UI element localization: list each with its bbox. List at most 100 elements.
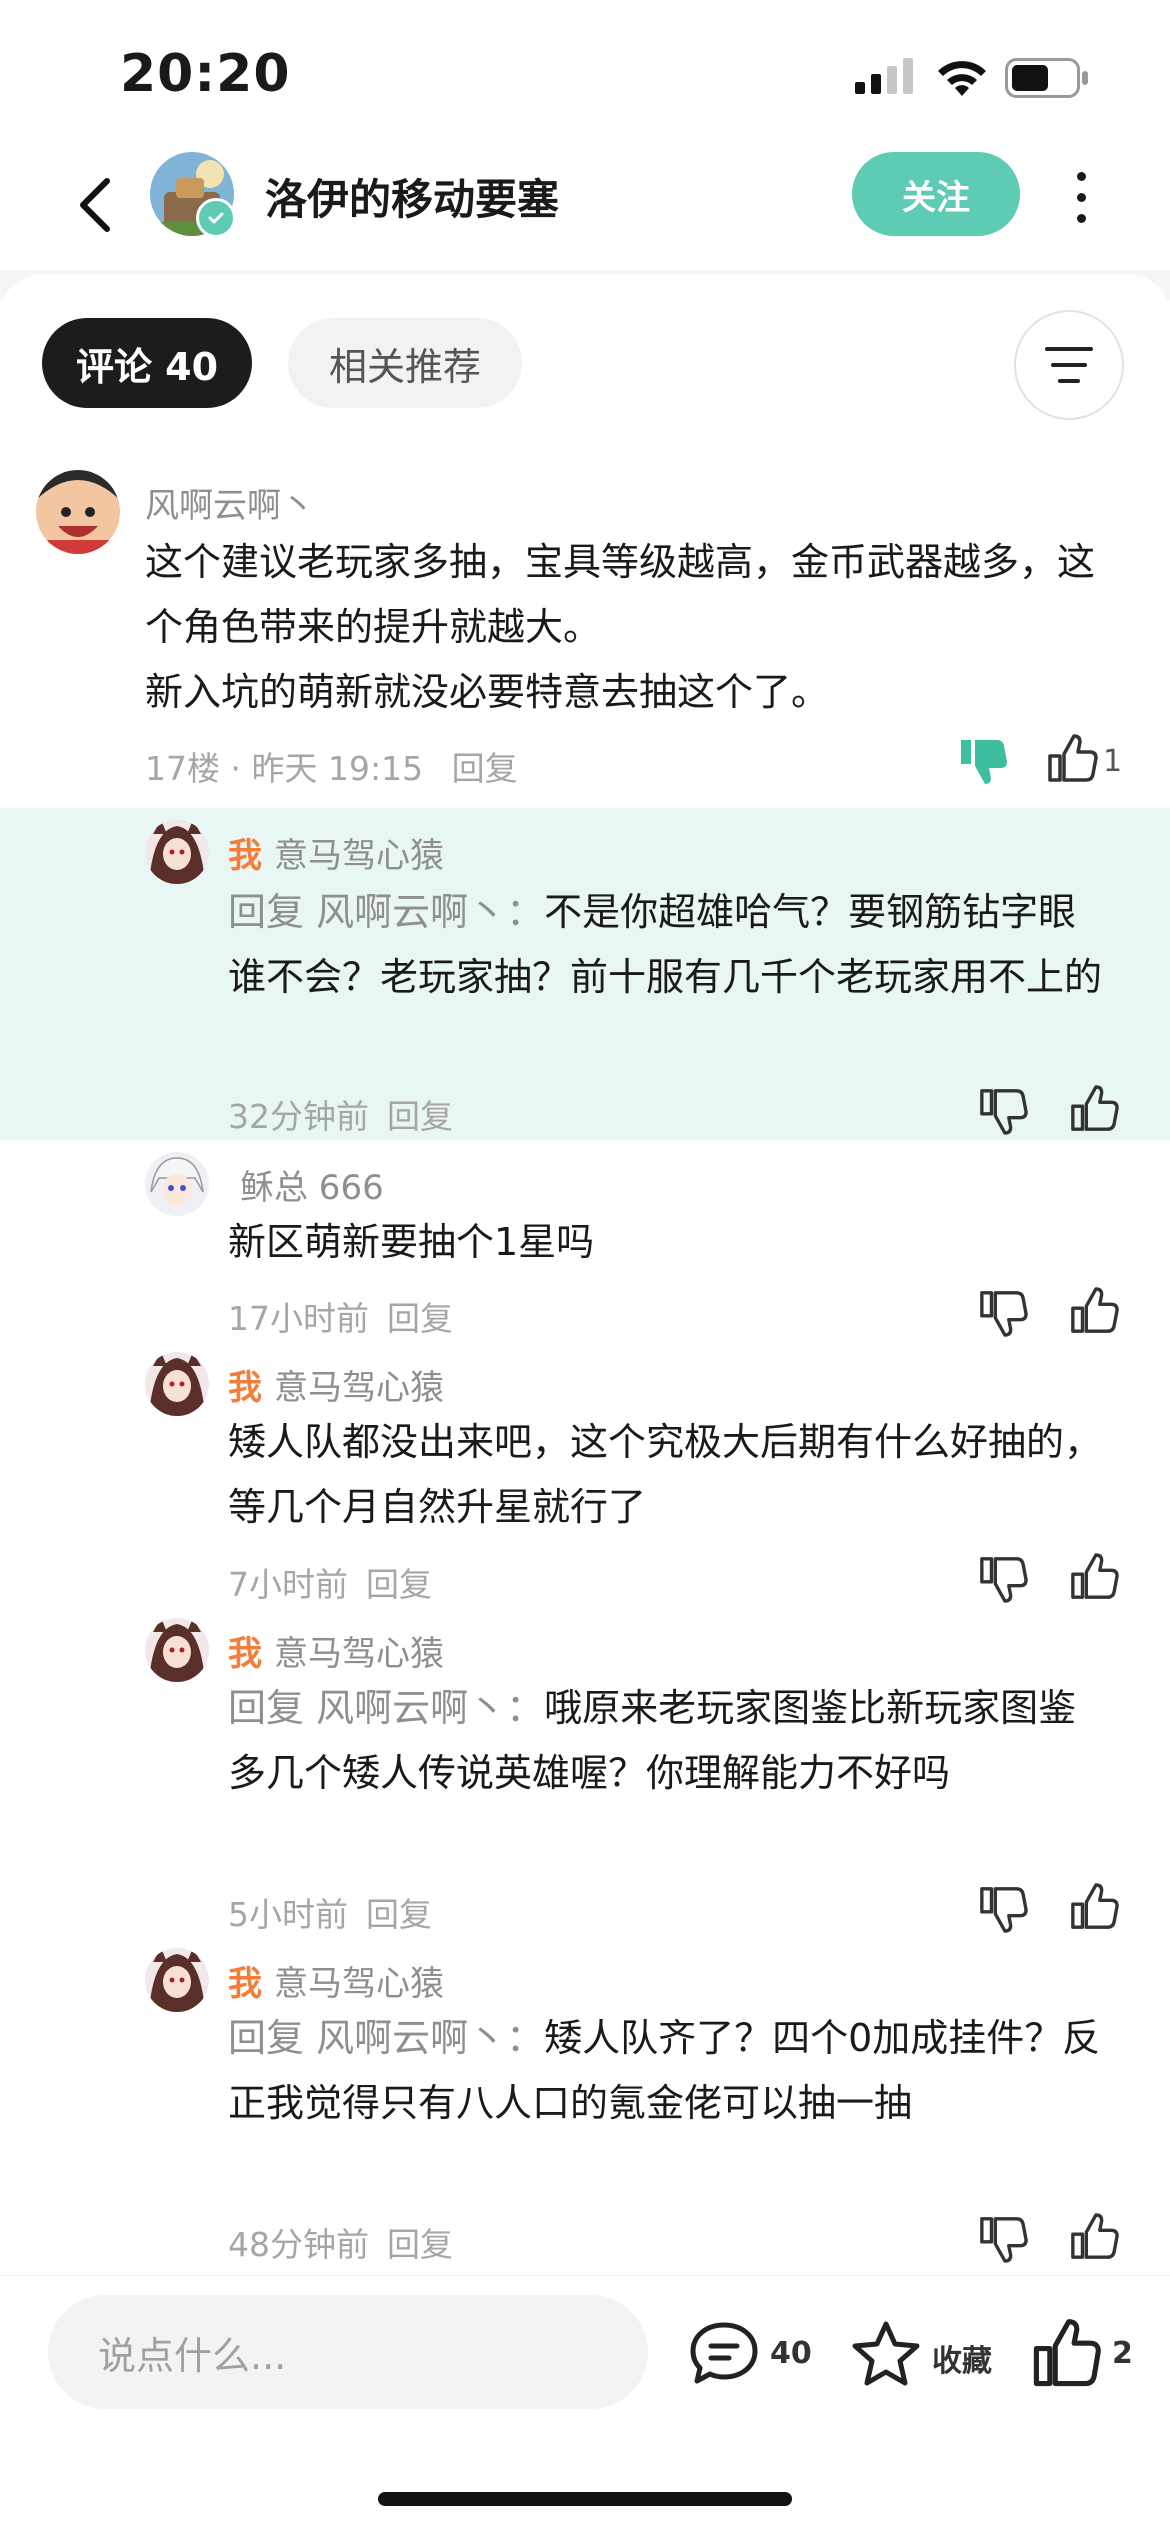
- comment-button[interactable]: [688, 2318, 760, 2390]
- more-dot-icon: [1076, 171, 1086, 181]
- meta-separator: ·: [230, 749, 252, 788]
- author-name: 意马驾心猿: [274, 1634, 444, 1674]
- thumbs-down-icon: [980, 2217, 1028, 2263]
- author-name: 意马驾心猿: [274, 1368, 444, 1408]
- like-count: 1: [1103, 744, 1123, 779]
- back-button[interactable]: [60, 168, 130, 242]
- reply-button[interactable]: 回复: [366, 1895, 432, 1934]
- avatar[interactable]: [145, 820, 209, 884]
- reply-time: 17小时前: [228, 1299, 369, 1338]
- comment-meta: 17楼 · 昨天 19:15 回复: [145, 742, 518, 790]
- dislike-button[interactable]: [973, 2208, 1033, 2268]
- home-indicator: [378, 2492, 792, 2506]
- sort-lines-icon: [1045, 347, 1093, 383]
- thumbs-down-icon: [980, 1291, 1028, 1337]
- reply-text: 回复 风啊云啊丶：矮人队齐了？四个0加成挂件？反正我觉得只有八人口的氪金佬可以抽…: [228, 2006, 1108, 2136]
- like-button[interactable]: [1064, 2208, 1124, 2268]
- follow-button[interactable]: 关注: [852, 152, 1020, 236]
- like-post-button[interactable]: [1030, 2318, 1102, 2390]
- comment-bubble-icon: [690, 2322, 758, 2384]
- comment-floor: 17楼: [145, 749, 220, 788]
- thumbs-up-icon: [1071, 1287, 1119, 1333]
- thumbs-down-icon: [980, 1089, 1028, 1135]
- reply-meta: 32分钟前 回复: [228, 1090, 453, 1138]
- thumbs-up-icon: [1048, 734, 1098, 782]
- back-arrow-icon: [80, 178, 110, 232]
- status-bar: 20:20: [0, 0, 1170, 140]
- me-tag: 我: [228, 836, 262, 876]
- like-button[interactable]: [1064, 1548, 1124, 1608]
- thumbs-down-icon: [980, 1557, 1028, 1603]
- dislike-button[interactable]: [953, 730, 1013, 790]
- thumbs-up-icon: [1071, 1883, 1119, 1929]
- like-count: 2: [1112, 2336, 1133, 2371]
- reply-author[interactable]: 我意马驾心猿: [228, 828, 444, 877]
- thumbs-up-icon: [1071, 2213, 1119, 2259]
- like-button[interactable]: [1064, 1080, 1124, 1140]
- reply-time: 5小时前: [228, 1895, 348, 1934]
- nav-bar: 洛伊的移动要塞 关注: [0, 140, 1170, 270]
- comment-author[interactable]: 风啊云啊丶: [145, 478, 315, 527]
- thumbs-down-filled-icon: [961, 740, 1007, 784]
- sort-button[interactable]: [1014, 310, 1124, 420]
- reply-author[interactable]: 我意马驾心猿: [228, 1956, 444, 2005]
- reply-button[interactable]: 回复: [387, 2225, 453, 2264]
- page-title: 洛伊的移动要塞: [265, 175, 560, 224]
- thumbs-up-icon: [1071, 1085, 1119, 1131]
- me-tag: 我: [228, 1964, 262, 2004]
- reply-button[interactable]: 回复: [452, 749, 518, 788]
- comment-count: 40: [770, 2336, 812, 2371]
- me-tag: 我: [228, 1368, 262, 1408]
- favorite-button[interactable]: [850, 2318, 922, 2390]
- battery-icon: [1005, 58, 1088, 98]
- reply-author[interactable]: 我意马驾心猿: [228, 1360, 444, 1409]
- dislike-button[interactable]: [973, 1878, 1033, 1938]
- comment-input[interactable]: 说点什么...: [48, 2295, 648, 2409]
- comment-text: 这个建议老玩家多抽，宝具等级越高，金币武器越多，这个角色带来的提升就越大。 新入…: [145, 540, 1096, 714]
- reply-meta: 17小时前 回复: [228, 1292, 453, 1340]
- wifi-icon: [938, 61, 986, 96]
- reply-prefix: 回复 风啊云啊丶：: [228, 1686, 545, 1730]
- more-dot-icon: [1076, 192, 1086, 202]
- thumbs-up-icon: [1033, 2319, 1101, 2387]
- avatar[interactable]: [145, 1948, 209, 2012]
- status-time: 20:20: [120, 44, 291, 104]
- like-button[interactable]: [1064, 1878, 1124, 1938]
- comment-time: 昨天 19:15: [251, 749, 424, 788]
- verified-badge-icon: [196, 198, 236, 238]
- signal-icon: [855, 58, 913, 94]
- dislike-button[interactable]: [973, 1548, 1033, 1608]
- reply-author[interactable]: 稣总 666: [228, 1160, 384, 1209]
- tab-comments[interactable]: 评论 40: [42, 318, 252, 408]
- like-button[interactable]: [1042, 730, 1102, 790]
- like-button[interactable]: [1064, 1282, 1124, 1342]
- reply-prefix: 回复 风啊云啊丶：: [228, 2016, 545, 2060]
- reply-author[interactable]: 我意马驾心猿: [228, 1626, 444, 1675]
- dislike-button[interactable]: [973, 1080, 1033, 1140]
- thumbs-down-icon: [980, 1887, 1028, 1933]
- favorite-label: 收藏: [932, 2344, 992, 2379]
- reply-button[interactable]: 回复: [387, 1097, 453, 1136]
- reply-text: 矮人队都没出来吧，这个究极大后期有什么好抽的，等几个月自然升星就行了: [228, 1410, 1108, 1540]
- avatar[interactable]: [36, 470, 120, 554]
- more-dot-icon: [1076, 213, 1086, 223]
- reply-meta: 5小时前 回复: [228, 1888, 432, 1936]
- reply-text: 新区萌新要抽个1星吗: [228, 1210, 1108, 1275]
- thumbs-up-icon: [1071, 1553, 1119, 1599]
- avatar[interactable]: [145, 1152, 209, 1216]
- reply-button[interactable]: 回复: [387, 1299, 453, 1338]
- reply-text: 回复 风啊云啊丶：哦原来老玩家图鉴比新玩家图鉴多几个矮人传说英雄喔？你理解能力不…: [228, 1676, 1108, 1806]
- author-name: 意马驾心猿: [274, 836, 444, 876]
- dislike-button[interactable]: [973, 1282, 1033, 1342]
- reply-meta: 7小时前 回复: [228, 1558, 432, 1606]
- reply-button[interactable]: 回复: [366, 1565, 432, 1604]
- tab-related[interactable]: 相关推荐: [288, 318, 522, 408]
- reply-time: 32分钟前: [228, 1097, 369, 1136]
- star-icon: [852, 2321, 920, 2386]
- avatar[interactable]: [145, 1618, 209, 1682]
- more-options-button[interactable]: [1056, 162, 1106, 232]
- avatar[interactable]: [145, 1352, 209, 1416]
- reply-time: 7小时前: [228, 1565, 348, 1604]
- author-name: 稣总 666: [240, 1168, 384, 1208]
- author-name: 意马驾心猿: [274, 1964, 444, 2004]
